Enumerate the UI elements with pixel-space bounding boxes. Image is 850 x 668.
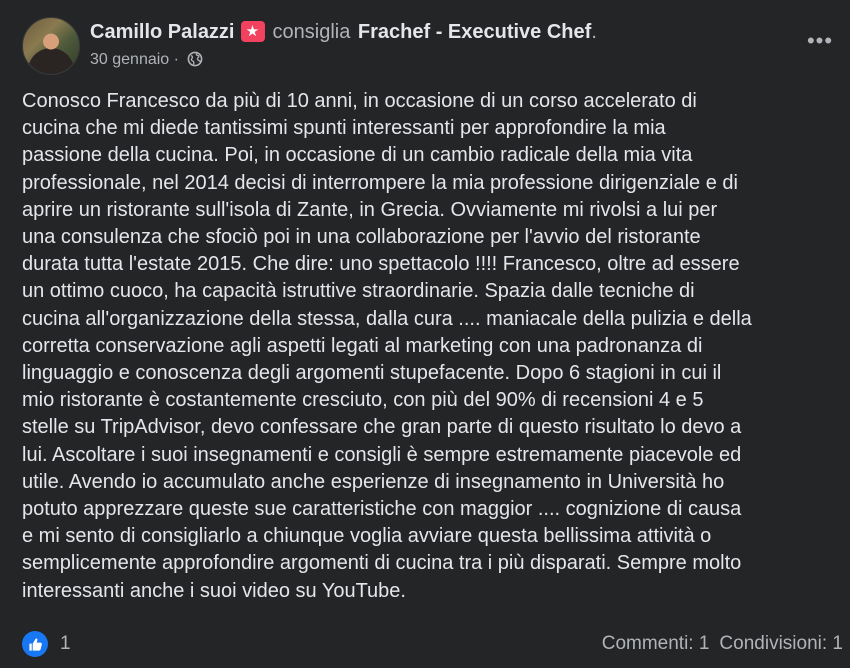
post-meta: 30 gennaio · [90,49,788,71]
author-name-link[interactable]: Camillo Palazzi [90,21,235,43]
post-header-text: Camillo Palazzi ★ consiglia Frachef - Exec… [90,17,788,71]
more-options-button[interactable]: ••• [800,30,840,59]
post-header: Camillo Palazzi ★ consiglia Frachef - Exec… [22,17,832,77]
meta-separator: · [173,51,179,68]
shares-count-link[interactable]: Condivisioni: 1 [719,633,843,654]
like-count[interactable]: 1 [60,629,71,659]
post-stats: Commenti: 1 Condivisioni: 1 [602,629,843,659]
recommendation-post: Camillo Palazzi ★ consiglia Frachef - Exec… [0,0,850,668]
star-icon: ★ [240,21,265,42]
recommends-verb: consiglia [272,21,351,43]
page-name-suffix: . [591,21,597,43]
title-line: Camillo Palazzi ★ consiglia Frachef - Exec… [90,17,788,47]
post-date-link[interactable]: 30 gennaio [90,51,169,68]
comments-count-link[interactable]: Commenti: 1 [602,633,710,654]
page-name-link[interactable]: Frachef - Executive Chef [358,21,591,43]
post-body-text: Conosco Francesco da più di 10 anni, in … [22,90,752,602]
post-footer: 1 Commenti: 1 Condivisioni: 1 [22,629,843,659]
thumbs-up-icon[interactable] [22,631,48,657]
globe-icon[interactable] [187,51,203,74]
avatar[interactable] [22,17,80,75]
